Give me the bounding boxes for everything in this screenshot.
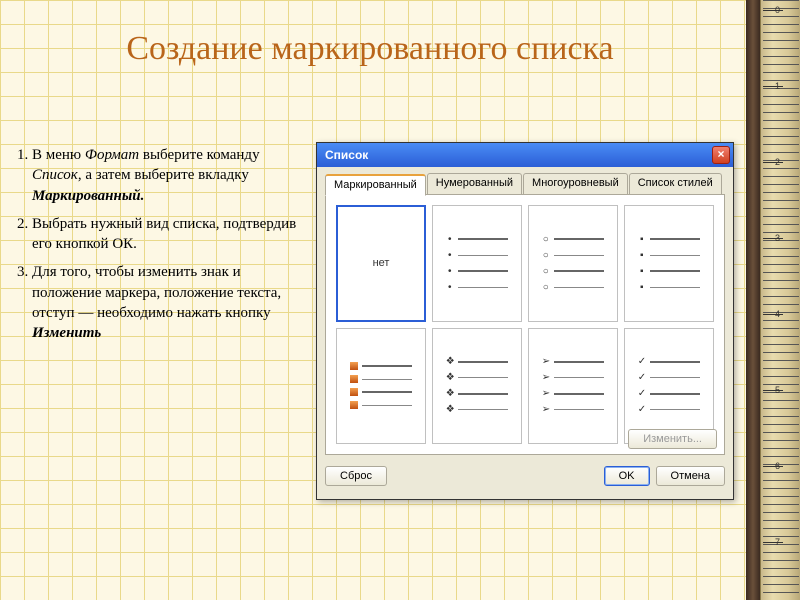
bullet-option-diamond[interactable]: ❖ ❖ ❖ ❖ — [432, 328, 522, 445]
reset-button[interactable]: Сброс — [325, 466, 387, 486]
tab-list-styles[interactable]: Список стилей — [629, 173, 722, 195]
bullet-option-image[interactable] — [336, 328, 426, 445]
instruction-list: В меню Формат выберите команду Список, а… — [10, 145, 300, 351]
dialog-title: Список — [325, 148, 368, 162]
ruler-number: 0 — [775, 5, 780, 15]
dialog-titlebar[interactable]: Список × — [317, 143, 733, 167]
binder-strip — [746, 0, 760, 600]
tab-panel-bulleted: нет • • • • ○ ○ ○ ○ ▪ ▪ ▪ — [325, 194, 725, 455]
bullet-option-none[interactable]: нет — [336, 205, 426, 322]
ruler-number: 3 — [775, 233, 780, 243]
ok-button[interactable]: OK — [604, 466, 650, 486]
ruler-number: 5 — [775, 385, 780, 395]
ruler-number: 6 — [775, 461, 780, 471]
image-bullet-icon — [350, 362, 358, 370]
ruler-number: 4 — [775, 309, 780, 319]
list-dialog: Список × Маркированный Нумерованный Мног… — [316, 142, 734, 500]
bullet-option-check[interactable]: ✓ ✓ ✓ ✓ — [624, 328, 714, 445]
cancel-button[interactable]: Отмена — [656, 466, 725, 486]
change-button[interactable]: Изменить... — [628, 429, 717, 449]
bullet-option-disc[interactable]: • • • • — [432, 205, 522, 322]
ruler: 0 1 2 3 4 5 6 7 — [760, 0, 800, 600]
bullet-option-square[interactable]: ▪ ▪ ▪ ▪ — [624, 205, 714, 322]
list-item: Выбрать нужный вид списка, подтвердив ег… — [32, 214, 300, 255]
ruler-number: 2 — [775, 157, 780, 167]
list-item: Для того, чтобы изменить знак и положени… — [32, 262, 300, 343]
list-item: В меню Формат выберите команду Список, а… — [32, 145, 300, 206]
ruler-number: 7 — [775, 537, 780, 547]
close-icon[interactable]: × — [712, 146, 730, 164]
tab-numbered[interactable]: Нумерованный — [427, 173, 522, 195]
slide-title: Создание маркированного списка — [0, 30, 740, 68]
ruler-number: 1 — [775, 81, 780, 91]
bullet-gallery: нет • • • • ○ ○ ○ ○ ▪ ▪ ▪ — [336, 205, 714, 444]
bullet-option-circle[interactable]: ○ ○ ○ ○ — [528, 205, 618, 322]
dialog-tabs: Маркированный Нумерованный Многоуровневы… — [325, 173, 725, 195]
tab-multilevel[interactable]: Многоуровневый — [523, 173, 628, 195]
bullet-option-arrow[interactable]: ➢ ➢ ➢ ➢ — [528, 328, 618, 445]
tab-bulleted[interactable]: Маркированный — [325, 174, 426, 196]
